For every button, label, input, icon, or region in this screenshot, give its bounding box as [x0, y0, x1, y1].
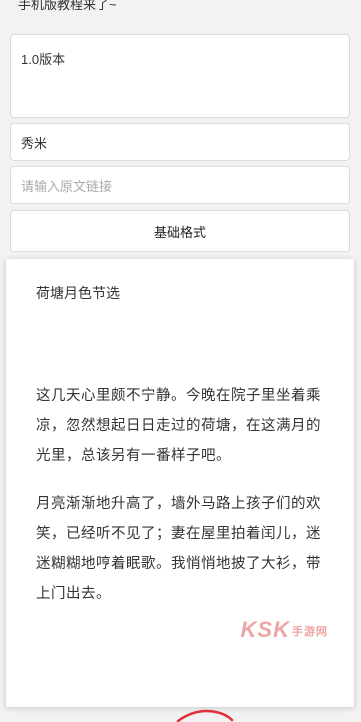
top-cut-text: 手机版教程来了~: [18, 0, 117, 12]
article-paragraph: 这几天心里颇不宁静。今晚在院子里坐着乘凉，忽然想起日日走过的荷塘，在这满月的光里…: [36, 388, 321, 464]
source-link-placeholder: 请输入原文链接: [21, 178, 113, 194]
author-value: 秀米: [21, 135, 48, 151]
summary-text: 1.0版本: [21, 52, 66, 67]
author-input[interactable]: 秀米: [10, 123, 350, 161]
summary-textarea[interactable]: 1.0版本: [10, 34, 350, 118]
article-title: 荷塘月色节选: [36, 285, 120, 301]
source-link-input[interactable]: 请输入原文链接: [10, 166, 350, 204]
watermark-logo: KSK 手游网: [241, 617, 328, 643]
article-paragraph: 月亮渐渐地升高了，墙外马路上孩子们的欢笑，已经听不见了；妻在屋里拍着闰儿，迷迷糊…: [36, 496, 321, 602]
watermark-label: 手游网: [292, 626, 328, 639]
article-preview: 荷塘月色节选 这几天心里颇不宁静。今晚在院子里坐着乘凉，忽然想起日日走过的荷塘，…: [6, 259, 354, 707]
watermark-logo-text: KSK: [240, 617, 290, 642]
basic-format-button[interactable]: 基础格式: [10, 210, 350, 252]
